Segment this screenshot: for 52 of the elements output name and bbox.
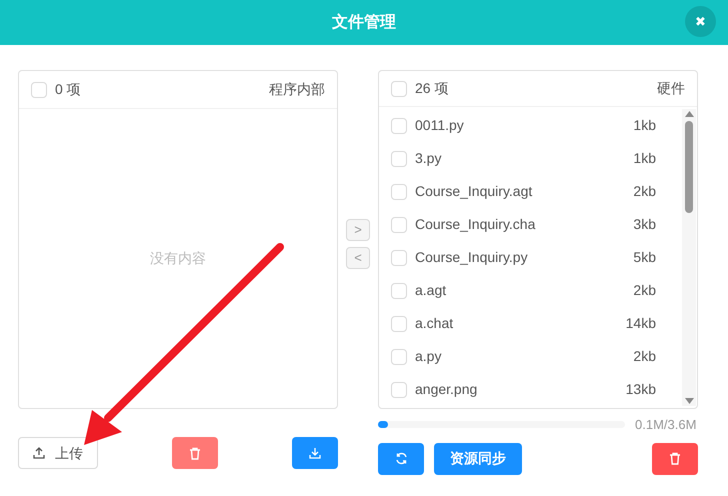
checkbox[interactable] (391, 118, 407, 134)
file-name: Course_Inquiry.agt (415, 182, 532, 201)
panel-title: 硬件 (657, 79, 685, 98)
checkbox[interactable] (31, 82, 47, 98)
file-name: a.py (415, 347, 442, 366)
transfer-button[interactable]: < (346, 246, 370, 268)
trash-icon (189, 446, 201, 460)
checkbox[interactable] (391, 316, 407, 332)
file-size: 1kb (633, 149, 656, 168)
file-name: anger.png (415, 380, 478, 399)
upload-icon (33, 447, 45, 459)
window-title: 文件管理 (332, 12, 396, 32)
file-size: 5kb (633, 248, 656, 267)
refresh-button[interactable] (378, 442, 424, 474)
file-size: 1kb (633, 116, 656, 135)
panel-title: 程序内部 (269, 80, 325, 99)
scrollbar[interactable] (682, 109, 696, 406)
checkbox[interactable] (391, 184, 407, 200)
file-size: 3kb (633, 215, 656, 234)
file-size: 14kb (626, 314, 656, 333)
scrollbar-thumb[interactable] (685, 121, 693, 213)
checkbox[interactable] (391, 150, 407, 166)
checkbox[interactable] (391, 382, 407, 398)
scroll-down-icon[interactable] (684, 398, 694, 404)
file-size: 2kb (633, 281, 656, 300)
storage-reading: 0.1M/3.6M (635, 416, 696, 434)
checkbox[interactable] (391, 216, 407, 232)
delete-button[interactable] (652, 442, 698, 474)
file-name: Course_Inquiry.py (415, 248, 528, 267)
checkbox[interactable] (391, 348, 407, 364)
sync-button[interactable]: 资源同步 (434, 442, 522, 474)
checkbox[interactable] (391, 80, 407, 96)
item-count: 26 项 (415, 79, 448, 98)
refresh-icon (394, 452, 408, 465)
file-name: 0011.py (415, 116, 464, 135)
file-name: Course_Inquiry.cha (415, 215, 536, 234)
file-size: 13kb (626, 380, 656, 399)
item-count: 0 项 (55, 80, 81, 99)
file-size: 2kb (633, 182, 656, 201)
checkbox[interactable] (391, 250, 407, 266)
file-size: 2kb (633, 347, 656, 366)
file-name: a.agt (415, 281, 446, 300)
transfer-button[interactable]: > (346, 218, 370, 240)
file-name: 3.py (415, 149, 442, 168)
close-button[interactable]: ✖ (685, 6, 716, 37)
trash-icon (669, 452, 681, 465)
download-button[interactable] (292, 437, 338, 469)
download-icon (309, 447, 321, 459)
checkbox[interactable] (391, 282, 407, 298)
file-name: a.chat (415, 314, 454, 333)
scroll-up-icon[interactable] (684, 111, 694, 117)
empty-text: 没有内容 (150, 249, 206, 268)
